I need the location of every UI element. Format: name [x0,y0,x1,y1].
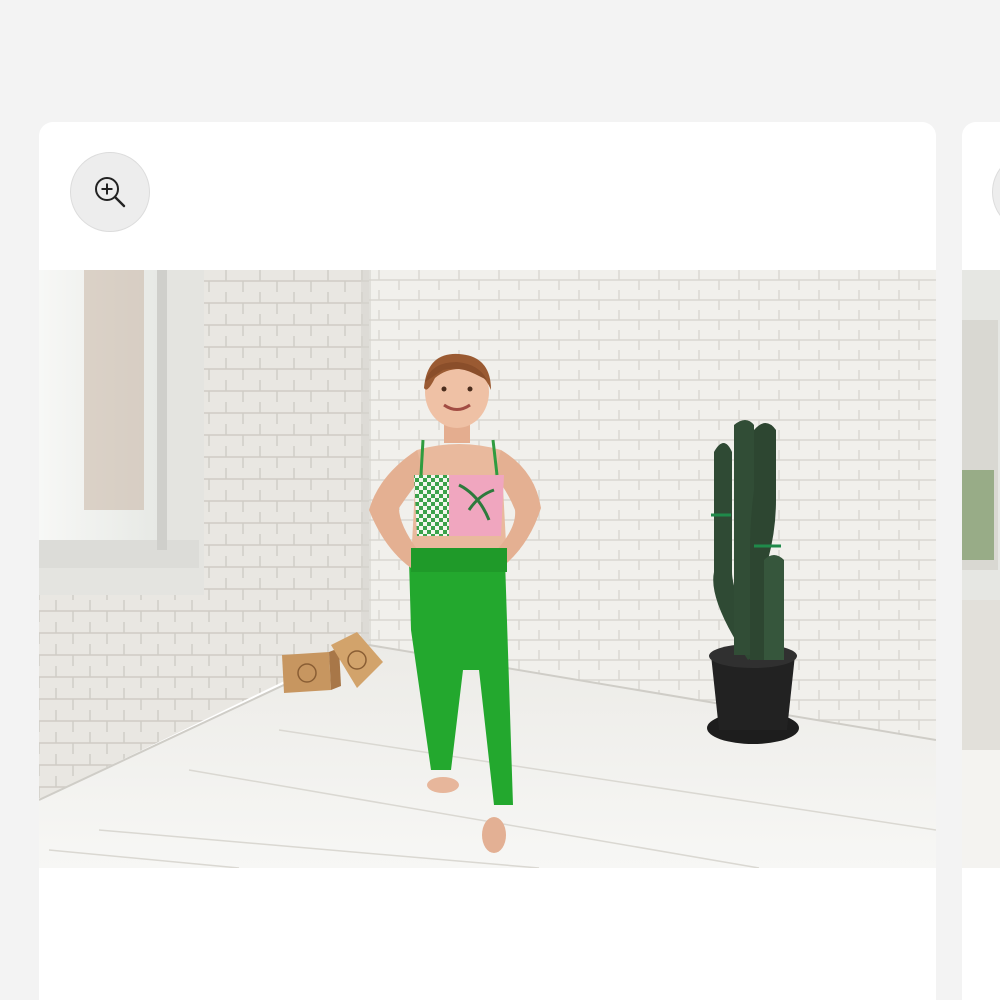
zoom-button[interactable] [70,152,150,232]
next-product-image[interactable] [962,270,1000,868]
product-photo [39,270,936,868]
product-image[interactable] [39,270,936,868]
next-product-photo [962,270,1000,868]
gallery-slide-active [39,122,936,1000]
gallery-slide-next[interactable] [962,122,1000,1000]
next-slide-zoom-button[interactable] [992,152,1000,232]
product-gallery-page [0,0,1000,1000]
zoom-in-icon [95,177,126,208]
